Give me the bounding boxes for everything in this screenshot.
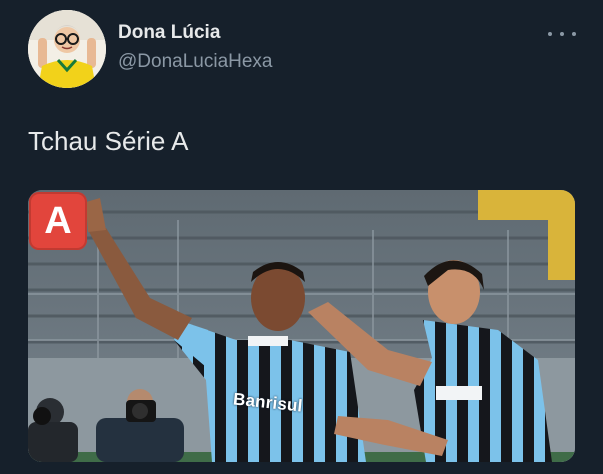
tweet-media-image[interactable]: A Banrisul [28,190,575,462]
tweet-text: Tchau Série A [28,126,189,156]
username-handle[interactable]: @DonaLuciaHexa [118,51,273,73]
more-horizontal-icon [548,32,552,36]
more-options-button[interactable] [548,26,576,42]
avatar[interactable] [28,10,106,88]
more-horizontal-icon-dot [560,32,564,36]
display-name[interactable]: Dona Lúcia [118,22,220,44]
more-horizontal-icon-dot [572,32,576,36]
avatar-image [28,10,106,88]
football-celebration-photo [28,190,575,462]
tweet: Dona Lúcia @DonaLuciaHexa Tchau Série A [0,0,603,474]
a-button-emoji: A [29,192,87,250]
